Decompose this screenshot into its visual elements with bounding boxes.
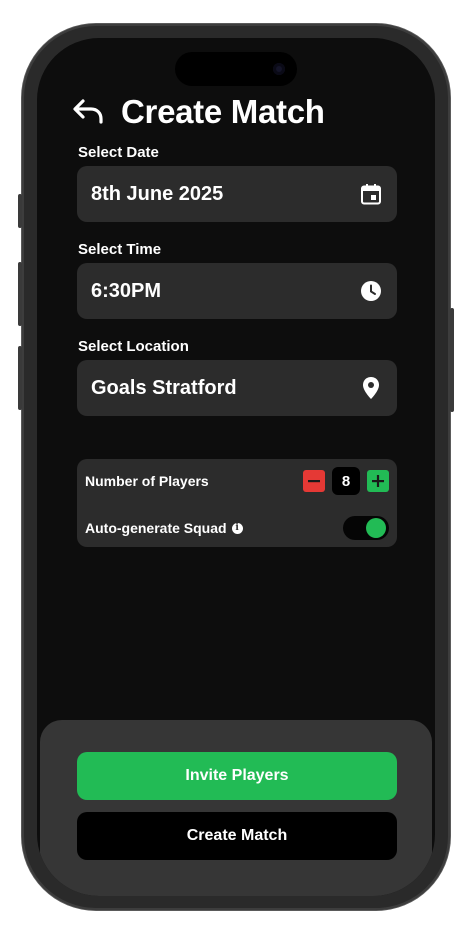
date-picker[interactable]: 8th June 2025 [77, 166, 397, 222]
auto-squad-toggle[interactable] [343, 516, 389, 540]
minus-icon [308, 480, 320, 483]
action-sheet: Invite Players Create Match [40, 720, 432, 896]
calendar-icon [359, 182, 383, 206]
power-button [450, 308, 454, 412]
invite-players-button[interactable]: Invite Players [77, 752, 397, 800]
location-pin-icon [359, 376, 383, 400]
plus-icon [372, 475, 384, 487]
time-label: Select Time [78, 241, 162, 258]
players-label: Number of Players [85, 473, 209, 489]
auto-squad-row: Auto-generate Squad i [85, 515, 389, 541]
players-row: Number of Players 8 [85, 467, 389, 495]
date-label: Select Date [78, 144, 159, 161]
players-stepper: 8 [303, 467, 389, 495]
front-camera [273, 63, 285, 75]
time-picker[interactable]: 6:30PM [77, 263, 397, 319]
app-screen: Create Match Select Date 8th June 2025 S… [37, 38, 435, 896]
info-icon[interactable]: i [231, 522, 243, 534]
phone-frame: Create Match Select Date 8th June 2025 S… [18, 24, 454, 910]
dynamic-island [175, 52, 297, 86]
date-value: 8th June 2025 [91, 182, 224, 205]
page-header: Create Match [71, 90, 325, 134]
players-count: 8 [332, 467, 360, 495]
volume-down-button [18, 346, 22, 410]
location-picker[interactable]: Goals Stratford [77, 360, 397, 416]
back-arrow-icon[interactable] [71, 95, 105, 129]
location-value: Goals Stratford [91, 376, 237, 399]
time-value: 6:30PM [91, 279, 162, 302]
location-label: Select Location [78, 338, 189, 355]
decrement-button[interactable] [303, 470, 325, 492]
create-match-button[interactable]: Create Match [77, 812, 397, 860]
match-options-card: Number of Players 8 Auto-generate Squad … [77, 459, 397, 547]
auto-squad-label-group: Auto-generate Squad i [85, 520, 243, 536]
volume-up-button [18, 262, 22, 326]
toggle-knob [366, 518, 386, 538]
clock-icon [359, 279, 383, 303]
auto-squad-label: Auto-generate Squad [85, 520, 227, 536]
page-title: Create Match [121, 93, 325, 130]
action-button [18, 194, 22, 228]
increment-button[interactable] [367, 470, 389, 492]
